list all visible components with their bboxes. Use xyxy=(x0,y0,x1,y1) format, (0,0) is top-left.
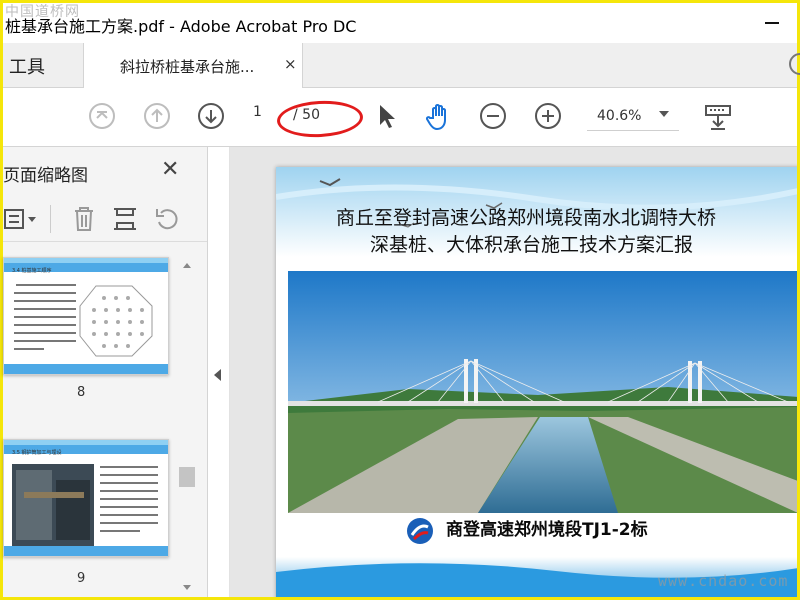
select-cursor-icon[interactable] xyxy=(373,102,401,130)
zoom-out-icon[interactable] xyxy=(479,102,507,130)
sidebar-scroll-thumb[interactable] xyxy=(179,467,195,487)
tab-tools[interactable]: 工具 xyxy=(9,53,45,79)
keyboard-icon[interactable] xyxy=(703,102,731,130)
window-title: 桩基承台施工方案.pdf - Adobe Acrobat Pro DC xyxy=(5,17,357,36)
tab-bar: 工具 斜拉桥桩基承台施... × xyxy=(3,43,800,88)
account-icon[interactable] xyxy=(789,53,800,75)
divider xyxy=(50,205,51,233)
delete-page-icon[interactable] xyxy=(71,205,97,233)
svg-text:3.5 钢护筒加工与埋设: 3.5 钢护筒加工与埋设 xyxy=(12,449,62,456)
rotate-icon[interactable] xyxy=(153,205,181,233)
thumbnail-page-8-number: 8 xyxy=(77,385,86,400)
hand-tool-icon[interactable] xyxy=(424,102,452,131)
chevron-down-icon xyxy=(659,111,669,117)
red-annotation-ellipse xyxy=(276,98,364,140)
document-page: 商丘至登封高速公路郑州境段南水北调特大桥 深基桩、大体积承台施工技术方案汇报 商… xyxy=(276,167,797,597)
thumbnail-sidebar: 页面缩略图 ✕ 3.4 桩基施工顺序 8 3.5 钢护筒加工与埋设 9 xyxy=(3,147,208,597)
document-subtitle: 商登高速郑州境段TJ1-2标 xyxy=(446,520,648,540)
zoom-in-icon[interactable] xyxy=(534,102,562,130)
minimize-button[interactable] xyxy=(765,22,779,24)
title-bar: 中国道桥网 桩基承台施工方案.pdf - Adobe Acrobat Pro D… xyxy=(3,3,797,43)
bridge-photo xyxy=(288,271,797,513)
sidebar-collapse-handle[interactable] xyxy=(208,147,230,597)
thumbnail-page-9-number: 9 xyxy=(77,571,86,586)
document-title-line2: 深基桩、大体积承台施工技术方案汇报 xyxy=(370,234,694,256)
scroll-top-icon[interactable] xyxy=(88,102,116,130)
thumbnail-page-9[interactable]: 3.5 钢护筒加工与埋设 xyxy=(3,439,169,557)
toolbar: 1 / 50 40.6% xyxy=(3,88,797,147)
sidebar-toolbar xyxy=(3,197,207,242)
document-view[interactable]: 商丘至登封高速公路郑州境段南水北调特大桥 深基桩、大体积承台施工技术方案汇报 商… xyxy=(230,147,797,597)
thumbnail-page-8[interactable]: 3.4 桩基施工顺序 xyxy=(3,257,169,375)
tab-close-button[interactable]: × xyxy=(284,55,297,73)
tab-document-label: 斜拉桥桩基承台施... xyxy=(120,58,255,76)
extract-page-icon[interactable] xyxy=(111,205,139,233)
chevron-left-icon xyxy=(214,369,221,381)
options-menu-icon[interactable] xyxy=(3,207,43,231)
sidebar-title: 页面缩略图 xyxy=(3,166,88,186)
tab-document[interactable]: 斜拉桥桩基承台施... × xyxy=(83,43,303,88)
sidebar-close-button[interactable]: ✕ xyxy=(161,157,179,182)
svg-text:3.4 桩基施工顺序: 3.4 桩基施工顺序 xyxy=(12,267,52,274)
document-title-line1: 商丘至登封高速公路郑州境段南水北调特大桥 xyxy=(336,207,717,229)
sidebar-scrollbar[interactable] xyxy=(179,259,195,594)
company-logo-icon xyxy=(407,518,433,544)
page-down-icon[interactable] xyxy=(197,102,225,130)
zoom-select[interactable]: 40.6% xyxy=(587,102,679,131)
page-up-icon[interactable] xyxy=(143,102,171,130)
watermark-bottom-right: www.cndao.com xyxy=(658,572,789,590)
zoom-value: 40.6% xyxy=(597,108,642,124)
